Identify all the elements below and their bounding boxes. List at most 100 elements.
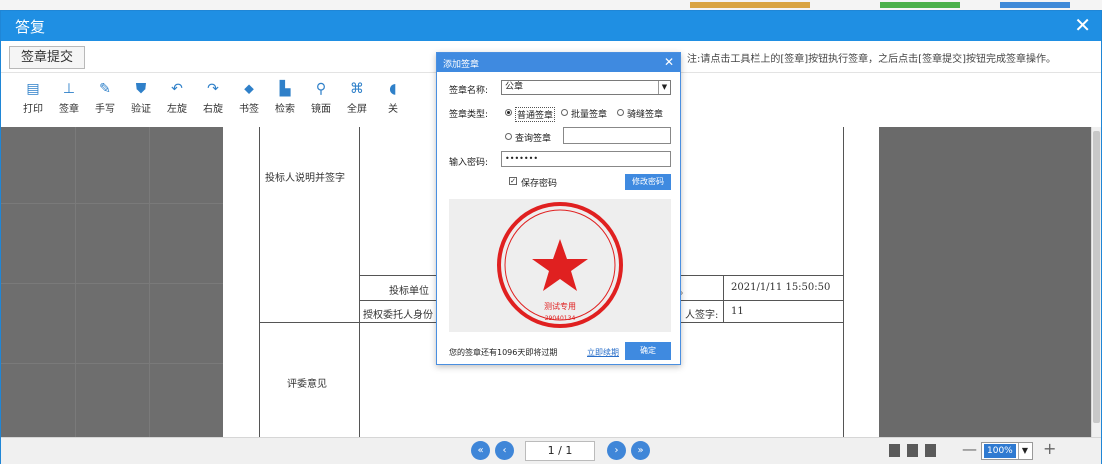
signer-note-label: 投标人说明并签字 [265,173,345,184]
grid-line [1,203,223,204]
prev-page-icon[interactable]: ‹ [495,441,514,460]
zoom-value: 100% [984,444,1016,458]
first-page-icon[interactable]: « [471,441,490,460]
radio-seam-seal[interactable] [617,109,624,116]
toolbar-label: 左旋 [167,104,187,115]
reply-window: 答复 ✕ 签章提交 注:请点击工具栏上的[签章]按钮执行签章，之后点击[签章提交… [0,10,1102,464]
toolbar-button-7[interactable]: ▙ 检索 [267,80,303,115]
password-input[interactable]: ••••••• [501,151,671,167]
left-gray-pane [1,127,223,437]
seal-name-label: 签章名称: [449,86,489,96]
chevron-down-icon[interactable]: ▼ [1018,443,1031,459]
zoom-out-icon[interactable]: — [962,440,977,458]
toolbar-button-1[interactable]: ⊥ 签章 [51,80,87,115]
password-label: 输入密码: [449,158,489,168]
toolbar-button-4[interactable]: ↶ 左旋 [159,80,195,115]
dialog-header: 添加签章 ✕ [437,53,680,72]
toolbar-button-8[interactable]: ⚲ 镜面 [303,80,339,115]
authorized-person-label: 授权委托人身份 [363,310,433,321]
expiry-notice: 您的签章还有1096天即将过期 [449,348,558,357]
toolbar-label: 镜面 [311,104,331,115]
toolbar-button-5[interactable]: ↷ 右旋 [195,80,231,115]
seal-preview: 测试专用 29040134 [449,199,671,332]
stamp-icon: ⊥ [62,81,76,97]
radio-batch-seal-label[interactable]: 批量签章 [571,107,607,120]
query-seal-input[interactable] [563,127,671,144]
close-doc-icon: ◖ [389,81,397,97]
toolbar-label: 全屏 [347,104,367,115]
double-page-icon[interactable] [907,444,918,457]
scroll-thumb[interactable] [1093,131,1100,423]
radio-normal-seal[interactable] [505,109,512,116]
signature-value: 11 [731,306,744,317]
timestamp-value: 2021/1/11 15:50:50 [731,282,831,293]
add-seal-dialog: 添加签章 ✕ 签章名称: 公章 ▼ 签章类型: 普通签章 批量签章 骑缝签章 查… [436,52,681,365]
table-border [843,127,844,437]
last-page-icon[interactable]: » [631,441,650,460]
single-page-icon[interactable] [889,444,900,457]
toolbar-label: 打印 [23,104,43,115]
dialog-title: 添加签章 [443,60,480,70]
toolbar-label: 书签 [239,104,259,115]
bid-unit-label: 投标单位 [389,286,429,297]
grid-line [75,127,76,437]
next-page-icon[interactable]: › [607,441,626,460]
renew-link[interactable]: 立即续期 [587,347,619,358]
toolbar-button-10[interactable]: ◖ 关 [375,80,411,115]
grid-line [149,127,150,437]
toolbar-button-9[interactable]: ⌘ 全屏 [339,80,375,115]
chevron-down-icon[interactable]: ▼ [658,81,670,94]
zoom-select[interactable]: 100% ▼ [981,442,1033,460]
seal-serial-number: 29040134 [545,315,576,322]
radio-normal-seal-label[interactable]: 普通签章 [515,107,556,122]
grid-line [1,283,223,284]
radio-query-seal[interactable] [505,133,512,140]
strip-segment [690,2,810,8]
fullscreen-icon: ⌘ [350,81,364,97]
seal-submit-button[interactable]: 签章提交 [9,46,85,69]
instruction-note: 注:请点击工具栏上的[签章]按钮执行签章，之后点击[签章提交]按钮完成签章操作。 [687,54,1056,65]
zoom-in-icon[interactable]: + [1043,439,1056,458]
ok-button[interactable]: 确定 [625,342,671,360]
strip-segment [880,2,960,8]
bookmark-icon: ⬥ [244,81,254,97]
pen-icon: ✎ [99,81,111,97]
toolbar-label: 右旋 [203,104,223,115]
toolbar-label: 检索 [275,104,295,115]
expert-opinion-label: 评委意见 [287,379,327,390]
toolbar-label: 验证 [131,104,151,115]
toolbar-button-6[interactable]: ⬥ 书签 [231,80,267,115]
rotate-left-icon: ↶ [171,81,183,97]
printer-icon: ▤ [26,81,40,97]
shield-icon: ⛊ [135,81,147,97]
save-password-label[interactable]: 保存密码 [521,176,557,189]
toolbar-label: 签章 [59,104,79,115]
signature-label: 人签字: [685,310,719,321]
table-border [723,275,724,322]
strip-segment [1000,2,1070,8]
modify-password-button[interactable]: 修改密码 [625,174,671,190]
radio-seam-seal-label[interactable]: 骑缝签章 [627,107,663,120]
seal-type-label: 签章类型: [449,110,489,120]
title-bar: 答复 ✕ [1,11,1101,41]
toolbar-button-2[interactable]: ✎ 手写 [87,80,123,115]
close-icon[interactable]: ✕ [1074,13,1091,37]
toolbar-button-3[interactable]: ⛊ 验证 [123,80,159,115]
radio-query-seal-label[interactable]: 查询签章 [515,131,551,144]
window-title: 答复 [15,18,46,36]
pager-bar: « ‹ 1 / 1 › » — 100% ▼ + [1,437,1101,464]
radio-batch-seal[interactable] [561,109,568,116]
seal-name-select[interactable]: 公章 ▼ [501,80,671,95]
rotate-right-icon: ↷ [207,81,219,97]
dialog-close-icon[interactable]: ✕ [664,55,674,69]
table-border [259,127,260,437]
vertical-scrollbar[interactable] [1091,127,1101,437]
seal-image: 测试专用 29040134 [497,202,623,328]
page-number-field[interactable]: 1 / 1 [525,441,595,461]
toolbar-button-0[interactable]: ▤ 打印 [15,80,51,115]
save-password-checkbox[interactable]: ✓ [509,177,517,185]
seal-center-text: 测试专用 [544,301,576,311]
fit-width-icon[interactable] [925,444,936,457]
toolbar-label: 关 [388,104,398,115]
right-gray-pane [879,127,1091,437]
